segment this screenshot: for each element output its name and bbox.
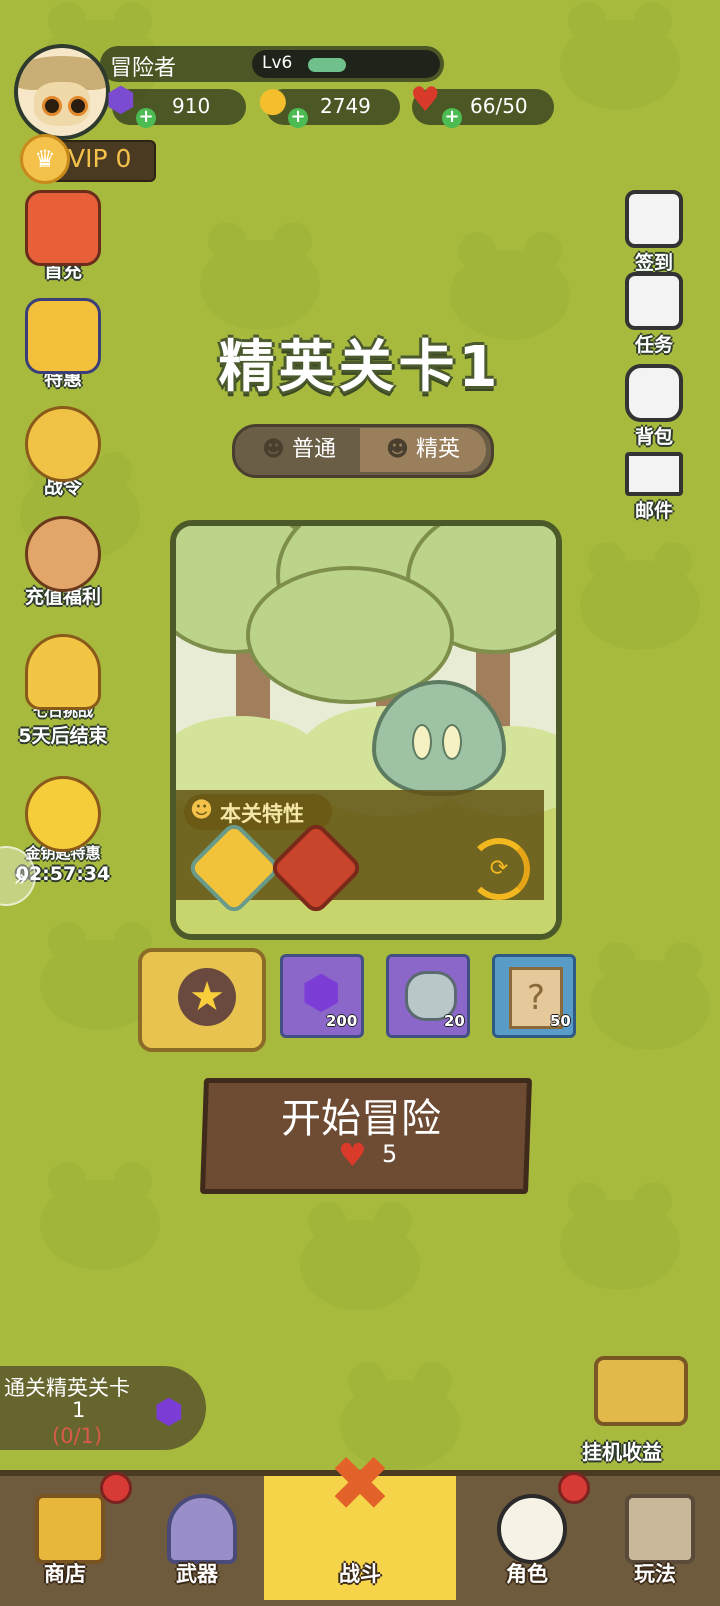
battle-pass-button[interactable]: 战令 <box>8 406 118 499</box>
panda-icon <box>497 1494 567 1564</box>
skull-icon: ☻ <box>262 437 285 462</box>
quest-progress: (0/1) <box>52 1424 103 1448</box>
golden-key-icon <box>25 776 101 852</box>
gem-icon: ⬢ <box>154 1392 184 1432</box>
seven-day-challenge-button[interactable]: 七日挑战 5天后结束 <box>8 634 118 748</box>
add-gold-plus-icon[interactable]: + <box>288 108 308 128</box>
reward-stone-qty: 20 <box>444 1012 465 1030</box>
star-icon: ★ <box>178 968 236 1026</box>
shop-chest-icon <box>35 1494 105 1564</box>
stage-title: 精英关卡1 <box>218 335 502 400</box>
piggy-bank-icon <box>25 516 101 592</box>
add-stamina-plus-icon[interactable]: + <box>442 108 462 128</box>
stamina-count: 66/50 <box>470 94 528 118</box>
crossed-swords-icon: ✖ <box>328 1439 392 1528</box>
player-level: Lv6 <box>262 53 293 73</box>
player-name: 冒险者 <box>110 56 177 81</box>
sign-in-button[interactable]: 签到 <box>614 190 694 275</box>
gold-count: 2749 <box>320 94 371 118</box>
reward-gem-qty: 200 <box>326 1012 358 1030</box>
character-badge <box>558 1472 590 1504</box>
tab-normal[interactable]: ☻ 普通 <box>236 428 362 472</box>
tab-elite[interactable]: ☻ 精英 <box>360 428 486 472</box>
weapon-icon <box>167 1494 237 1564</box>
vip-label: VIP 0 <box>68 144 132 173</box>
gem-icon: ⬢ <box>301 965 342 1019</box>
player-avatar[interactable] <box>14 44 110 140</box>
heart-icon: ♥ <box>338 1136 367 1174</box>
level-progress-bar <box>308 58 346 72</box>
gem-icon: ⬢ <box>106 80 136 120</box>
vip-crown-icon: ♛ <box>20 134 70 184</box>
nav-battle[interactable]: ✖ 战斗 <box>264 1446 456 1600</box>
first-recharge-button[interactable]: 首充 <box>8 190 118 283</box>
reward-scroll-qty: 50 <box>550 1012 571 1030</box>
gem-count: 910 <box>172 94 211 118</box>
shop-badge <box>100 1472 132 1504</box>
skull-icon: ☻ <box>386 437 409 462</box>
calendar-icon <box>625 190 683 248</box>
recharge-benefits-button[interactable]: 充值福利 <box>8 516 118 609</box>
trophy-icon <box>25 634 101 710</box>
nav-weapon[interactable]: 武器 <box>132 1476 262 1600</box>
monster-head-icon: ☻ <box>190 798 213 823</box>
nav-gameplay[interactable]: 玩法 <box>590 1476 720 1600</box>
add-gems-plus-icon[interactable]: + <box>136 108 156 128</box>
idle-rewards-label: 挂机收益 <box>582 1440 662 1464</box>
castle-icon <box>625 1494 695 1564</box>
heart-icon: ♥ <box>410 80 441 120</box>
refresh-icon[interactable]: ⟳ <box>468 838 530 900</box>
star-chest-reward[interactable]: ★ <box>138 948 266 1052</box>
quest-title: 通关精英关卡 <box>4 1376 130 1400</box>
gift-box-icon <box>25 190 101 266</box>
battle-pass-icon <box>25 406 101 482</box>
mail-button[interactable]: 邮件 <box>614 452 694 523</box>
gold-coin-icon: ● <box>258 80 288 120</box>
mail-icon <box>625 452 683 496</box>
stamina-cost: 5 <box>382 1140 398 1168</box>
idle-rewards-chest-icon[interactable] <box>594 1356 688 1426</box>
quest-target: 1 <box>72 1398 86 1422</box>
